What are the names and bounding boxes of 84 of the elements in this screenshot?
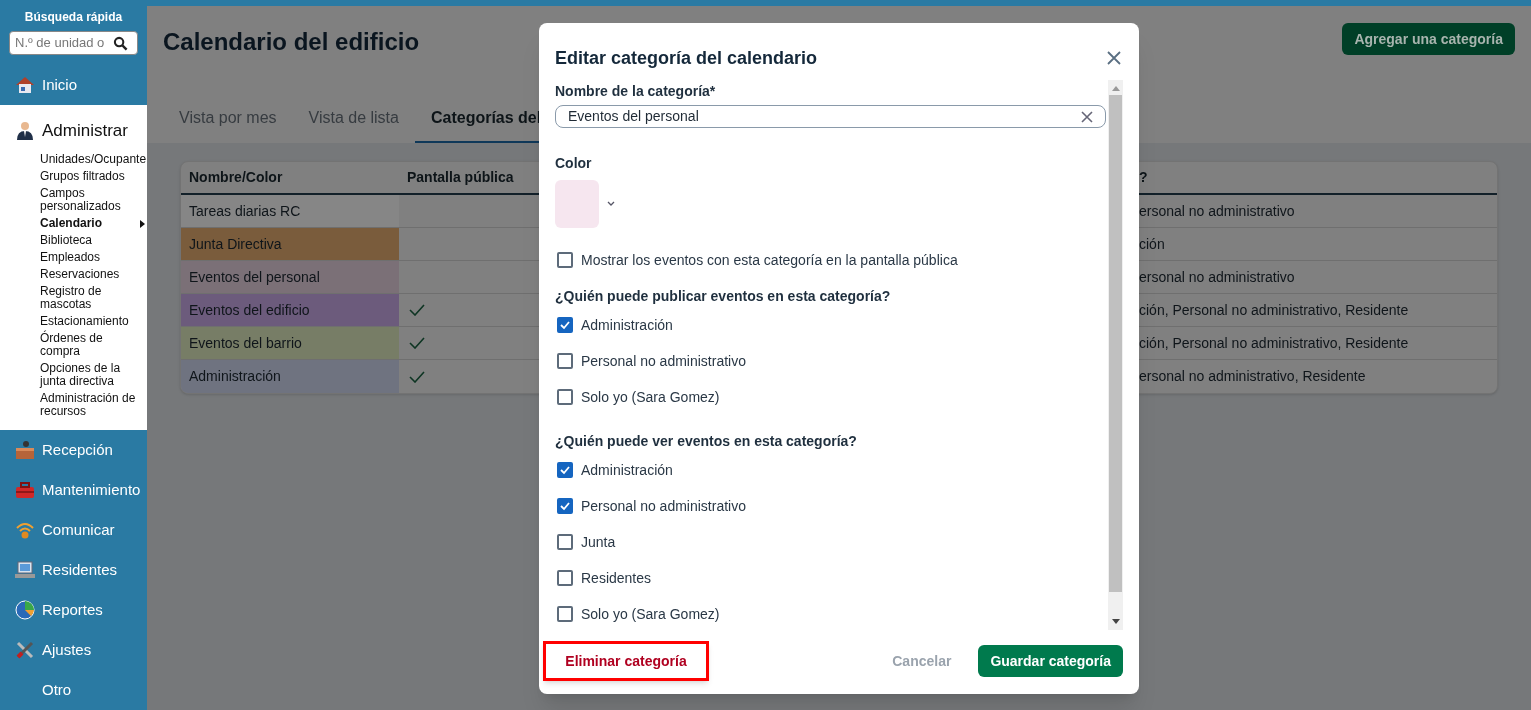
laptop-icon [14, 559, 36, 581]
nav-item[interactable]: Inicio [0, 65, 147, 105]
person-icon [14, 120, 36, 142]
toolbox-icon [14, 479, 36, 501]
scrollbar[interactable] [1108, 80, 1123, 630]
submenu-item[interactable]: Campos personalizados [40, 185, 145, 215]
category-name-cell: Administración [181, 360, 399, 393]
checkbox-label: Personal no administrativo [581, 496, 746, 516]
group-title: ¿Quién puede publicar eventos en esta categoría? [555, 287, 892, 306]
checkbox[interactable] [557, 252, 573, 268]
nav-item[interactable]: Comunicar [0, 510, 147, 550]
category-name-cell: Eventos del edificio [181, 294, 399, 326]
checkbox[interactable] [557, 317, 573, 333]
dialog-title: Editar categoría del calendario [555, 46, 818, 70]
column-header: Pantalla pública [407, 168, 514, 187]
submenu-item[interactable]: Reservaciones [40, 266, 145, 283]
search-field[interactable]: N.º de unidad o [9, 31, 138, 55]
submenu-item[interactable]: Calendario [40, 215, 145, 232]
nav-item[interactable]: Ajustes [0, 630, 147, 670]
category-name-cell: Junta Directiva [181, 228, 399, 260]
table-cell-text: ersonal no administrativo [1139, 267, 1296, 287]
category-name-cell: Eventos del personal [181, 261, 399, 293]
nav-item[interactable]: Reportes [0, 590, 147, 630]
chevron-down-icon [607, 201, 615, 207]
house-icon [14, 74, 36, 96]
nav-item[interactable]: Mantenimiento [0, 470, 147, 510]
nav-item[interactable]: Otro [0, 670, 147, 710]
checkbox-label: Administración [581, 460, 673, 480]
field-label: Color [555, 154, 593, 173]
table-cell-text: ción, Personal no administrativo, Residente [1139, 300, 1410, 320]
checkbox-label: Mostrar los eventos con esta categoría en la pantalla pública [581, 250, 958, 270]
nav-item[interactable]: Residentes [0, 550, 147, 590]
submenu-item[interactable]: Opciones de la junta directiva [40, 360, 145, 390]
checkbox[interactable] [557, 606, 573, 622]
checkbox-label: Junta [581, 532, 616, 552]
column-header: Nombre/Color [189, 168, 283, 187]
checkbox[interactable] [557, 498, 573, 514]
check-icon [409, 304, 425, 316]
nav-item[interactable]: Administrar [0, 111, 147, 151]
tools-icon [14, 639, 36, 661]
checkbox[interactable] [557, 389, 573, 405]
page-title: Calendario del edificio [163, 27, 420, 57]
table-cell-text: ersonal no administrativo, Residente [1139, 367, 1367, 386]
field-label: Nombre de la categoría* [555, 82, 717, 101]
submenu-item[interactable]: Empleados [40, 249, 145, 266]
search-title: Búsqueda rápida [23, 9, 124, 26]
table-cell-text: ersonal no administrativo [1139, 201, 1296, 221]
category-name-cell: Eventos del barrio [181, 327, 399, 359]
delete-category-button[interactable]: Eliminar categoría [543, 641, 709, 681]
submenu-item[interactable]: Registro de mascotas [40, 283, 145, 313]
caret-icon [140, 219, 145, 228]
search-icon [113, 35, 128, 51]
category-name-cell: Tareas diarias RC [181, 195, 399, 227]
clear-icon[interactable] [1081, 110, 1093, 123]
submenu-item[interactable]: Administración de recursos [40, 390, 145, 420]
submenu-item[interactable]: Órdenes de compra [40, 330, 145, 360]
group-title: ¿Quién puede ver eventos en esta categoría? [555, 432, 858, 451]
submenu-item[interactable]: Estacionamiento [40, 313, 145, 330]
checkbox[interactable] [557, 462, 573, 478]
checkbox-label: Solo yo (Sara Gomez) [581, 604, 720, 624]
checkbox[interactable] [557, 353, 573, 369]
nav-item[interactable]: Recepción [0, 430, 147, 470]
checkbox-label: Personal no administrativo [581, 351, 746, 371]
check-icon [409, 370, 425, 383]
checkbox-label: Solo yo (Sara Gomez) [581, 387, 720, 407]
submenu-item[interactable]: Unidades/Ocupante [40, 151, 145, 168]
scroll-down-icon[interactable] [1111, 619, 1120, 624]
submenu-item[interactable]: Biblioteca [40, 232, 145, 249]
add-category-button[interactable]: Agregar una categoría [1342, 23, 1515, 55]
color-picker[interactable] [555, 180, 615, 228]
desk-icon [14, 439, 36, 461]
submenu-item[interactable]: Grupos filtrados [40, 168, 145, 185]
checkbox[interactable] [557, 534, 573, 550]
close-icon[interactable] [1107, 51, 1121, 65]
table-cell-text: ción, Personal no administrativo, Residente [1139, 333, 1410, 353]
table-cell-text: ción [1139, 234, 1166, 254]
check-icon [409, 337, 425, 349]
checkbox-label: Residentes [581, 568, 652, 588]
column-header: ? [1139, 168, 1148, 187]
checkbox[interactable] [557, 570, 573, 586]
save-category-button[interactable]: Guardar categoría [978, 645, 1123, 677]
pie-chart-icon [14, 599, 36, 621]
checkbox-label: Administración [581, 315, 673, 335]
search-input[interactable]: N.º de unidad o [15, 33, 113, 53]
